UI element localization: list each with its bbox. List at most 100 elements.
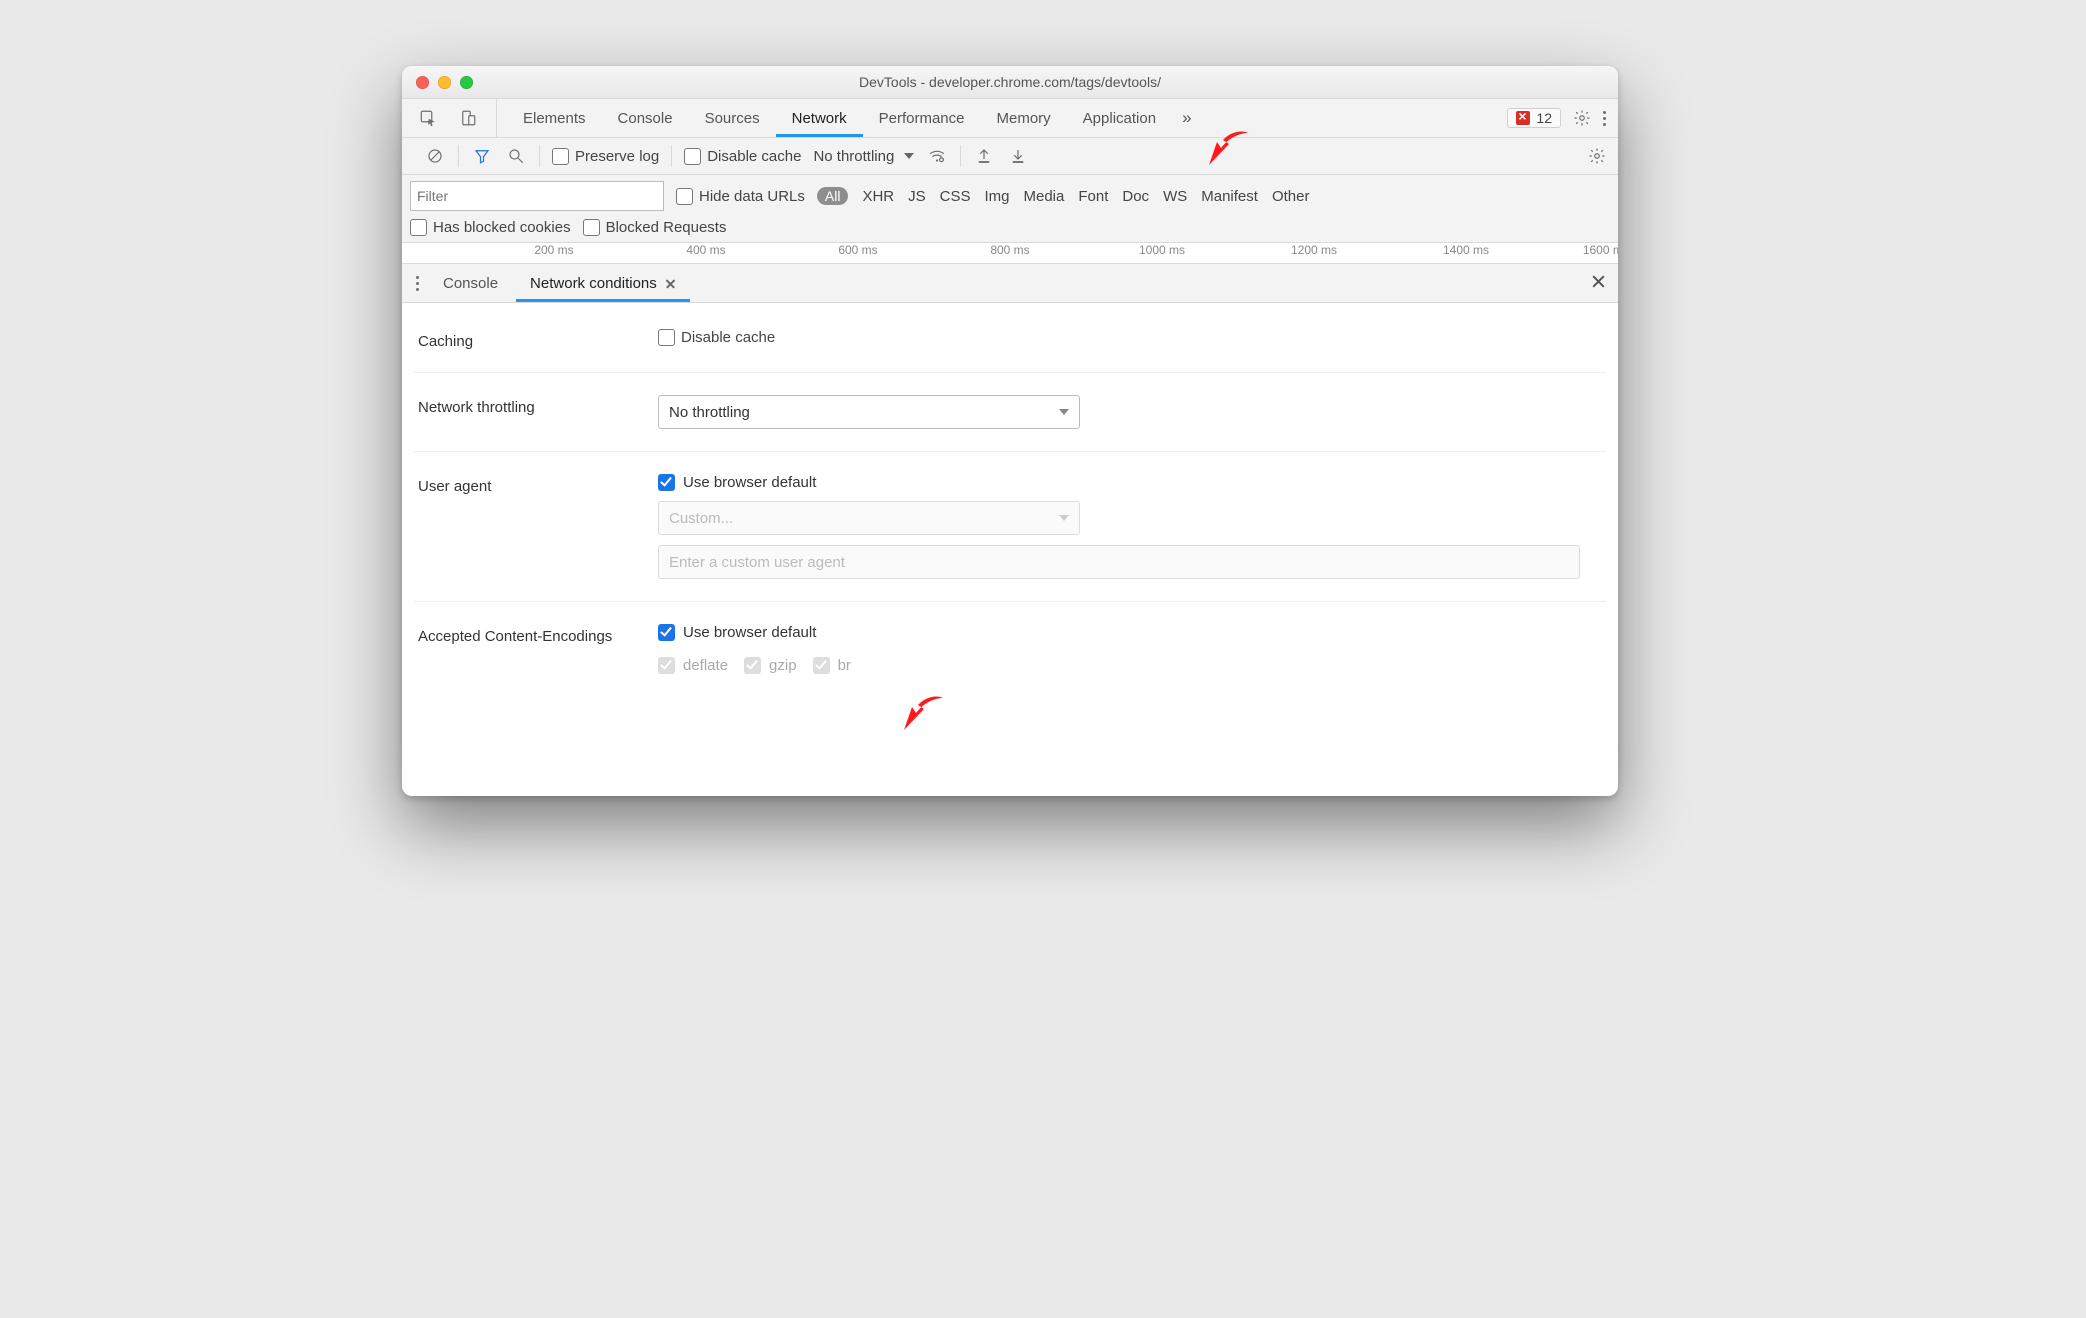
- checkbox-icon: [658, 329, 675, 346]
- drawer-tabstrip: Console Network conditions: [402, 264, 1618, 303]
- inspect-element-icon[interactable]: [408, 107, 448, 129]
- throttling-panel-select[interactable]: No throttling: [658, 395, 1080, 429]
- hide-data-urls-checkbox[interactable]: Hide data URLs: [676, 188, 805, 205]
- clear-button[interactable]: [424, 145, 446, 167]
- checkbox-checked-icon: [658, 474, 675, 491]
- filter-type-ws[interactable]: WS: [1163, 188, 1187, 205]
- tab-label: Elements: [523, 110, 586, 127]
- tab-elements[interactable]: Elements: [507, 99, 602, 137]
- checkbox-icon: [410, 219, 427, 236]
- ua-custom-input: Enter a custom user agent: [658, 545, 1580, 579]
- network-conditions-panel: Caching Disable cache Network throttling…: [402, 303, 1618, 700]
- more-menu-icon[interactable]: [1603, 111, 1606, 126]
- drawer-more-menu-icon[interactable]: [416, 276, 419, 291]
- section-label: User agent: [418, 474, 638, 495]
- tab-sources[interactable]: Sources: [689, 99, 776, 137]
- checkbox-label: Preserve log: [575, 148, 659, 165]
- filter-type-xhr[interactable]: XHR: [862, 188, 894, 205]
- disable-cache-checkbox[interactable]: Disable cache: [684, 148, 801, 165]
- select-value: No throttling: [813, 148, 894, 165]
- main-tabstrip: Elements Console Sources Network Perform…: [402, 99, 1618, 138]
- ruler-tick: 1000 ms: [1139, 243, 1185, 257]
- filter-type-js[interactable]: JS: [908, 188, 926, 205]
- filter-input[interactable]: [410, 181, 664, 211]
- settings-gear-icon[interactable]: [1571, 107, 1593, 129]
- blocked-requests-checkbox[interactable]: Blocked Requests: [583, 219, 727, 236]
- device-toolbar-icon[interactable]: [448, 107, 488, 129]
- input-placeholder: Enter a custom user agent: [669, 554, 845, 571]
- enc-br-checkbox: br: [813, 657, 851, 674]
- checkbox-disabled-icon: [813, 657, 830, 674]
- chevron-down-icon: [1059, 409, 1069, 415]
- tab-performance[interactable]: Performance: [863, 99, 981, 137]
- checkbox-label: Blocked Requests: [606, 219, 727, 236]
- ua-use-browser-default-checkbox[interactable]: Use browser default: [658, 474, 1602, 491]
- checkbox-icon: [684, 148, 701, 165]
- filter-type-font[interactable]: Font: [1078, 188, 1108, 205]
- error-count-badge[interactable]: 12: [1507, 108, 1561, 128]
- checkbox-label: deflate: [683, 657, 728, 674]
- tab-label: Application: [1083, 110, 1156, 127]
- ruler-tick: 1400 ms: [1443, 243, 1489, 257]
- checkbox-label: Has blocked cookies: [433, 219, 571, 236]
- ruler-tick: 200 ms: [534, 243, 573, 257]
- search-icon[interactable]: [505, 145, 527, 167]
- checkbox-label: Use browser default: [683, 624, 816, 641]
- tab-network[interactable]: Network: [776, 99, 863, 137]
- ruler-tick: 400 ms: [686, 243, 725, 257]
- drawer-tab-network-conditions[interactable]: Network conditions: [516, 264, 690, 302]
- network-toolbar: Preserve log Disable cache No throttling: [402, 138, 1618, 175]
- chevron-down-icon: [1059, 515, 1069, 521]
- checkbox-checked-icon: [658, 624, 675, 641]
- checkbox-icon: [583, 219, 600, 236]
- close-tab-icon[interactable]: [665, 278, 676, 289]
- tab-label: Console: [443, 275, 498, 292]
- checkbox-icon: [552, 148, 569, 165]
- network-settings-gear-icon[interactable]: [1586, 145, 1608, 167]
- caching-section: Caching Disable cache: [414, 307, 1606, 373]
- chevron-down-icon: [904, 153, 914, 159]
- tab-console[interactable]: Console: [602, 99, 689, 137]
- export-har-icon[interactable]: [1007, 145, 1029, 167]
- filter-type-css[interactable]: CSS: [940, 188, 971, 205]
- tab-application[interactable]: Application: [1067, 99, 1172, 137]
- has-blocked-cookies-checkbox[interactable]: Has blocked cookies: [410, 219, 571, 236]
- window-close-button[interactable]: [416, 76, 429, 89]
- enc-deflate-checkbox: deflate: [658, 657, 728, 674]
- ruler-tick: 1200 ms: [1291, 243, 1337, 257]
- section-label: Caching: [418, 329, 638, 350]
- filter-icon[interactable]: [471, 145, 493, 167]
- window-minimize-button[interactable]: [438, 76, 451, 89]
- tab-label: Console: [618, 110, 673, 127]
- import-har-icon[interactable]: [973, 145, 995, 167]
- filter-type-img[interactable]: Img: [984, 188, 1009, 205]
- checkbox-label: br: [838, 657, 851, 674]
- drawer-tab-console[interactable]: Console: [429, 264, 512, 302]
- filter-type-media[interactable]: Media: [1024, 188, 1065, 205]
- select-value: No throttling: [669, 404, 750, 421]
- close-icon: [1591, 274, 1606, 289]
- tab-memory[interactable]: Memory: [981, 99, 1067, 137]
- filter-type-doc[interactable]: Doc: [1122, 188, 1149, 205]
- disable-cache-panel-checkbox[interactable]: Disable cache: [658, 329, 1602, 346]
- tab-label: Network conditions: [530, 275, 657, 292]
- close-drawer-button[interactable]: [1589, 274, 1606, 293]
- select-value: Custom...: [669, 510, 733, 527]
- filter-type-manifest[interactable]: Manifest: [1201, 188, 1258, 205]
- enc-use-browser-default-checkbox[interactable]: Use browser default: [658, 624, 1602, 641]
- tabs-overflow-button[interactable]: »: [1172, 99, 1201, 137]
- filter-type-all[interactable]: All: [817, 187, 849, 205]
- filter-type-other[interactable]: Other: [1272, 188, 1310, 205]
- timeline-ruler[interactable]: 200 ms 400 ms 600 ms 800 ms 1000 ms 1200…: [402, 243, 1618, 264]
- tab-label: Network: [792, 110, 847, 127]
- preserve-log-checkbox[interactable]: Preserve log: [552, 148, 659, 165]
- user-agent-section: User agent Use browser default Custom...…: [414, 452, 1606, 602]
- tab-label: Performance: [879, 110, 965, 127]
- network-conditions-icon[interactable]: [926, 145, 948, 167]
- tab-label: Memory: [997, 110, 1051, 127]
- checkbox-disabled-icon: [658, 657, 675, 674]
- window-zoom-button[interactable]: [460, 76, 473, 89]
- checkbox-icon: [676, 188, 693, 205]
- throttling-select[interactable]: No throttling: [813, 148, 914, 165]
- window-title: DevTools - developer.chrome.com/tags/dev…: [402, 74, 1618, 90]
